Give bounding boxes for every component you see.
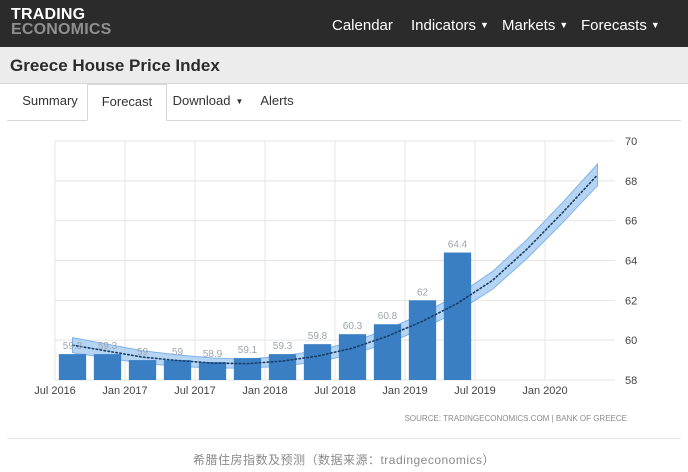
bar-data-label: 60.8	[378, 311, 398, 322]
bar	[233, 358, 262, 380]
forecast-chart: 58 60 62 64 66 68 70 Jul 2016 Jan 2017 Jul 2017 Ja…	[34, 136, 637, 423]
bar	[408, 300, 437, 380]
bar-data-label: 62	[417, 287, 429, 298]
image-caption: 希腊住房指数及预测（数据来源：tradingeconomics）	[192, 453, 496, 467]
nav-forecasts-label: Forecasts	[581, 17, 647, 34]
chevron-down-icon: ▼	[559, 20, 569, 30]
bar-data-label: 59.3	[98, 341, 118, 352]
bar	[58, 354, 87, 380]
bar	[198, 362, 227, 380]
tab-forecast-label: Forecast	[101, 94, 153, 109]
tab-summary-label: Summary	[22, 93, 78, 108]
tab-download[interactable]: Download ▼	[167, 84, 249, 118]
bar-data-label: 59	[172, 347, 184, 358]
bar-data-label: 59.3	[63, 341, 83, 352]
bar	[128, 360, 157, 380]
tab-alerts-label: Alerts	[260, 93, 294, 108]
bar-data-label: 59	[137, 347, 149, 358]
x-tick-label: Jul 2017	[174, 385, 216, 397]
bar-data-label: 64.4	[448, 240, 468, 251]
bar	[163, 360, 192, 380]
x-tick-label: Jul 2016	[34, 385, 76, 397]
chevron-down-icon: ▼	[480, 20, 489, 30]
x-tick-label: Jul 2019	[454, 385, 496, 397]
y-tick-label: 60	[625, 335, 637, 347]
nav-calendar[interactable]: Calendar	[332, 17, 393, 34]
chart-source-note: SOURCE: TRADINGECONOMICS.COM | BANK OF G…	[405, 414, 627, 423]
nav-markets[interactable]: Markets ▼	[502, 17, 568, 34]
bar	[443, 252, 472, 380]
tab-forecast[interactable]: Forecast	[87, 84, 167, 121]
nav-calendar-label: Calendar	[332, 17, 393, 34]
tab-bar: Summary Forecast Download ▼ Alerts	[7, 84, 681, 121]
logo-line-economics: ECONOMICS	[11, 21, 112, 38]
tab-alerts[interactable]: Alerts	[253, 84, 301, 118]
bar	[268, 354, 297, 380]
trading-economics-logo[interactable]: TRADING ECONOMICS	[11, 6, 112, 38]
x-tick-label: Jan 2017	[102, 385, 147, 397]
bar-data-label: 59.8	[308, 331, 328, 342]
y-tick-label: 70	[625, 136, 637, 148]
chevron-down-icon: ▼	[235, 97, 244, 106]
bar-data-label: 60.3	[343, 321, 363, 332]
bar	[338, 334, 367, 380]
tab-download-label: Download	[172, 93, 231, 108]
chevron-down-icon: ▼	[650, 20, 660, 30]
page-title: Greece House Price Index	[10, 56, 220, 75]
bar	[303, 344, 332, 380]
y-tick-label: 64	[625, 256, 637, 268]
nav-indicators[interactable]: Indicators ▼	[411, 17, 489, 34]
y-tick-label: 66	[625, 216, 637, 228]
x-tick-label: Jan 2019	[382, 385, 427, 397]
x-tick-label: Jul 2018	[314, 385, 356, 397]
bar	[93, 354, 122, 380]
top-navbar: TRADING ECONOMICS Calendar Indicators ▼ M…	[0, 0, 688, 47]
logo-line-trading: TRADING	[11, 6, 86, 23]
x-tick-label: Jan 2018	[242, 385, 287, 397]
bar-data-label: 58.9	[203, 349, 223, 360]
y-tick-label: 58	[625, 375, 637, 387]
y-tick-label: 68	[625, 176, 637, 188]
bar-data-label: 59.3	[273, 341, 293, 352]
tab-summary[interactable]: Summary	[13, 84, 87, 118]
nav-forecasts[interactable]: Forecasts ▼	[581, 17, 660, 34]
x-tick-label: Jan 2020	[522, 385, 567, 397]
y-tick-label: 62	[625, 295, 637, 307]
nav-indicators-label: Indicators	[411, 17, 477, 34]
chart-panel: 58 60 62 64 66 68 70 Jul 2016 Jan 2017 Jul 2017 Ja…	[7, 121, 681, 439]
bar-data-label: 59.1	[238, 345, 258, 356]
title-bar: Greece House Price Index	[0, 47, 688, 84]
nav-markets-label: Markets	[502, 17, 556, 34]
